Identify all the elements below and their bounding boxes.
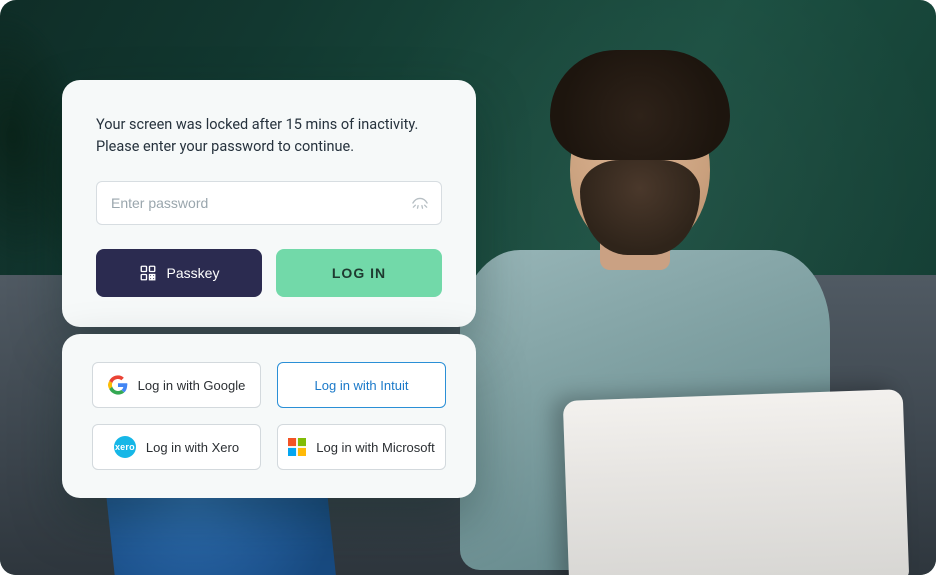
login-button-label: LOG IN [332,265,386,281]
qr-icon [139,264,157,282]
eye-off-icon [410,193,430,213]
sso-intuit-label: Log in with Intuit [315,378,409,393]
app-stage: Your screen was locked after 15 mins of … [0,0,936,575]
password-input[interactable] [96,181,442,225]
passkey-button-label: Passkey [167,265,220,281]
microsoft-icon [288,438,306,456]
passkey-button[interactable]: Passkey [96,249,262,297]
sso-panel: Log in with Google Log in with Intuit xe… [62,334,476,498]
sso-xero-button[interactable]: xero Log in with Xero [92,424,261,470]
password-field-wrap [96,181,442,225]
sso-microsoft-label: Log in with Microsoft [316,440,435,455]
sso-intuit-button[interactable]: Log in with Intuit [277,362,446,408]
login-button[interactable]: LOG IN [276,249,442,297]
toggle-password-visibility-button[interactable] [408,191,432,215]
sso-xero-label: Log in with Xero [146,440,239,455]
sso-google-label: Log in with Google [138,378,246,393]
lock-message-line2: Please enter your password to continue. [96,138,354,155]
primary-button-row: Passkey LOG IN [96,249,442,297]
sso-grid: Log in with Google Log in with Intuit xe… [92,362,446,470]
lock-message-line1: Your screen was locked after 15 mins of … [96,116,418,133]
google-icon [108,375,128,395]
lock-panel: Your screen was locked after 15 mins of … [62,80,476,327]
sso-microsoft-button[interactable]: Log in with Microsoft [277,424,446,470]
sso-google-button[interactable]: Log in with Google [92,362,261,408]
lock-message: Your screen was locked after 15 mins of … [96,114,442,159]
xero-icon: xero [114,436,136,458]
